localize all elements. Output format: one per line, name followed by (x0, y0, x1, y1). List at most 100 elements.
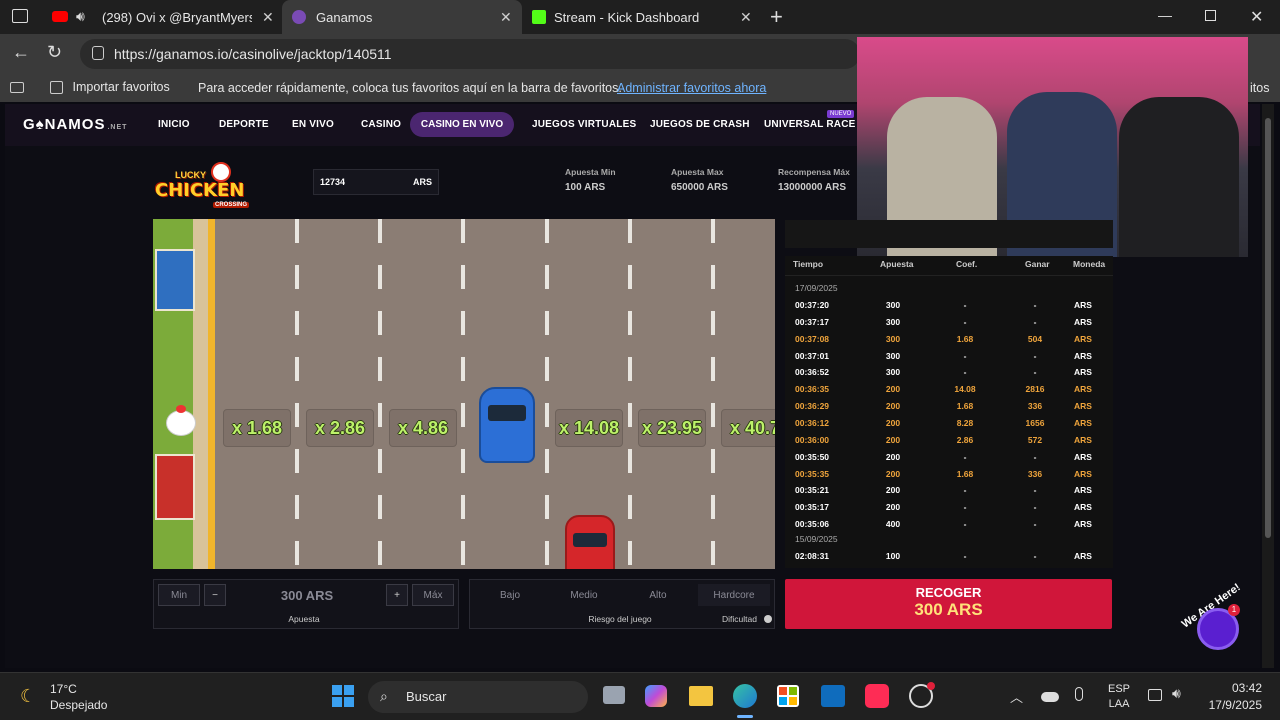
microphone-icon[interactable] (1075, 687, 1083, 701)
balance-box: 12734 ARS (313, 169, 439, 195)
nav-casino-en-vivo[interactable]: CASINO EN VIVO (410, 112, 514, 137)
difficulty-medio[interactable]: Medio (548, 584, 620, 606)
person-right (1119, 97, 1239, 257)
history-cell-m: ARS (1074, 451, 1092, 462)
lane-divider (378, 219, 382, 569)
weather-widget[interactable]: ☾ 17°C Despejado (18, 681, 128, 713)
tab-actions-icon[interactable] (12, 9, 28, 23)
copilot-icon[interactable] (645, 685, 667, 707)
difficulty-alto[interactable]: Alto (622, 584, 694, 606)
history-cell-c: - (963, 502, 967, 513)
multiplier-tile[interactable]: x 40.7 (721, 409, 775, 447)
language-indicator[interactable]: ESP LAA (1108, 683, 1130, 710)
speaker-icon[interactable]: 🔊︎ (76, 8, 85, 25)
taskbar-search[interactable]: ⌕ Buscar (368, 681, 588, 713)
multiplier-tile[interactable]: x 2.86 (306, 409, 374, 447)
favorites-hint: Para acceder rápidamente, coloca tus fav… (198, 81, 622, 95)
browser-tab-bar: 🔊︎ (298) Ovi x @BryantMyersTV ✕ Ganamos … (0, 0, 1280, 34)
history-cell-c: - (963, 300, 967, 310)
import-label: Importar favoritos (72, 80, 170, 94)
close-window-button[interactable]: ✕ (1250, 7, 1263, 27)
edge-icon[interactable] (733, 684, 757, 708)
store-icon[interactable] (777, 685, 799, 707)
clock[interactable]: 03:42 17/9/2025 (1198, 681, 1262, 712)
history-cell-c: - (963, 485, 967, 496)
collect-button[interactable]: RECOGER 300 ARS (785, 579, 1112, 629)
new-tab-button[interactable]: + (770, 4, 783, 30)
multiplier-tile[interactable]: x 1.68 (223, 409, 291, 447)
minus-button[interactable]: − (204, 584, 226, 606)
bet-amount-value: 300 ARS (280, 587, 334, 603)
close-icon[interactable]: ✕ (740, 9, 752, 26)
lane-divider (628, 219, 632, 569)
plus-button[interactable]: + (386, 584, 408, 606)
manage-favorites-link[interactable]: Administrar favoritos ahora (617, 81, 766, 95)
info-icon[interactable] (764, 615, 772, 623)
history-cell-t: 00:35:17 (795, 502, 830, 513)
site-logo[interactable]: G♠NAMOS .NET (23, 116, 127, 133)
restore-button[interactable] (1205, 10, 1216, 21)
tab-ganamos[interactable]: Ganamos ✕ (282, 0, 522, 34)
history-cell-g: - (1033, 451, 1037, 462)
clock-date: 17/9/2025 (1208, 698, 1262, 712)
difficulty-controls: Bajo Medio Alto Hardcore Riesgo del jueg… (469, 579, 775, 629)
nav-casino[interactable]: CASINO (361, 119, 401, 130)
history-cell-t: 00:35:06 (795, 519, 830, 530)
history-cell-t: 02:08:31 (795, 551, 830, 561)
multiplier-tile[interactable]: x 23.95 (638, 409, 706, 447)
nav-inicio[interactable]: INICIO (158, 119, 190, 130)
nav-en-vivo[interactable]: EN VIVO (292, 119, 334, 130)
tab-kick[interactable]: Stream - Kick Dashboard ✕ (524, 0, 764, 34)
start-button[interactable] (332, 685, 354, 707)
url-field[interactable]: https://ganamos.io/casinolive/jacktop/14… (80, 39, 860, 69)
taskview-icon[interactable] (603, 686, 625, 704)
network-icon[interactable] (1148, 689, 1162, 701)
tab-youtube[interactable]: 🔊︎ (298) Ovi x @BryantMyersTV ✕ (40, 0, 280, 34)
file-explorer-icon[interactable] (689, 686, 713, 706)
back-icon[interactable]: ← (12, 42, 30, 63)
close-icon[interactable]: ✕ (500, 9, 512, 26)
site-info-icon[interactable] (92, 46, 104, 60)
show-hidden-icons[interactable]: ︿ (1010, 687, 1023, 706)
history-cell-t: 00:37:20 (795, 300, 830, 310)
onedrive-icon[interactable] (1041, 692, 1059, 702)
history-cell-c: - (963, 350, 967, 361)
page-scrollbar[interactable] (1262, 104, 1274, 668)
stat-min-bet: Apuesta Min 100 ARS (565, 167, 616, 193)
history-cell-a: 200 (885, 468, 901, 479)
nav-label: CASINO EN VIVO (420, 119, 504, 130)
min-button[interactable]: Min (158, 584, 200, 606)
tiktok-icon[interactable] (865, 684, 889, 708)
nav-universal-race[interactable]: UNIVERSAL RACE (764, 119, 856, 130)
history-cell-g: - (1033, 519, 1037, 530)
chat-widget[interactable]: We Are Here! 1 (1173, 581, 1255, 654)
game-board[interactable]: x 1.68 x 2.86 x 4.86 x 14.08 x 23.95 x 4… (153, 219, 775, 569)
history-cell-m: ARS (1074, 384, 1092, 395)
history-cell-c: - (963, 316, 967, 327)
difficulty-hardcore[interactable]: Hardcore (698, 584, 770, 606)
import-icon (50, 81, 63, 95)
reading-view-icon[interactable] (10, 82, 24, 93)
history-cell-m: ARS (1074, 350, 1092, 361)
scroll-thumb[interactable] (1265, 118, 1271, 538)
nav-juegos-de-crash[interactable]: JUEGOS DE CRASH (650, 119, 750, 130)
history-cell-m: ARS (1074, 434, 1092, 445)
multiplier-tile[interactable]: x 14.08 (555, 409, 623, 447)
history-cell-g: 572 (1027, 434, 1043, 445)
history-cell-c: - (963, 551, 967, 561)
close-icon[interactable]: ✕ (262, 9, 274, 26)
bet-amount-input[interactable]: 300 ARS (230, 584, 384, 606)
max-button[interactable]: Máx (412, 584, 454, 606)
history-row: 00:35:17 200 - - ARS (785, 499, 1113, 515)
multiplier-tile[interactable]: x 4.86 (389, 409, 457, 447)
nav-juegos-virtuales[interactable]: JUEGOS VIRTUALES (532, 119, 636, 130)
history-cell-m: ARS (1074, 485, 1092, 496)
minimize-button[interactable]: — (1158, 7, 1172, 23)
nav-deporte[interactable]: DEPORTE (219, 119, 269, 130)
reload-icon[interactable]: ↻ (47, 42, 62, 63)
import-favorites-button[interactable]: Importar favoritos (50, 80, 170, 95)
difficulty-bajo[interactable]: Bajo (474, 584, 546, 606)
volume-icon[interactable]: 🔊︎ (1172, 685, 1181, 702)
outlook-icon[interactable] (821, 685, 845, 707)
search-icon: ⌕ (380, 688, 388, 704)
